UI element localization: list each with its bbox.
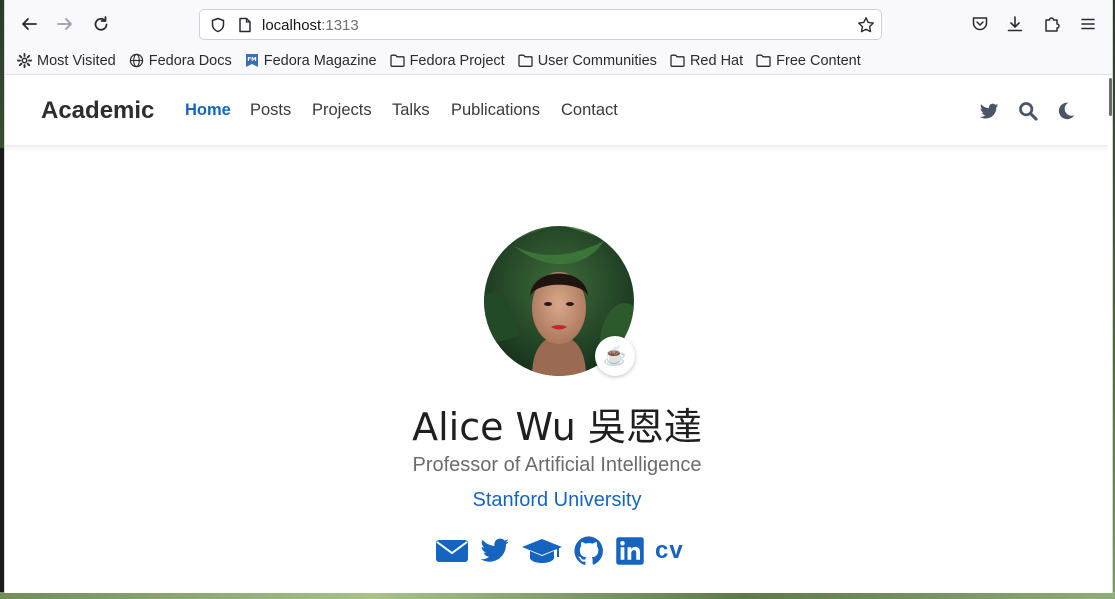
arrow-right-icon <box>57 18 72 30</box>
bookmark-label: Red Hat <box>689 52 744 69</box>
page-scrollbar[interactable] <box>1108 76 1112 593</box>
pocket-button[interactable] <box>966 10 994 38</box>
url-text[interactable]: localhost:1313 <box>262 17 359 34</box>
folder-icon <box>670 54 685 67</box>
reload-button[interactable] <box>87 10 115 38</box>
pocket-icon <box>972 17 988 31</box>
hamburger-icon <box>1081 18 1095 30</box>
nav-publications[interactable]: Publications <box>451 101 540 120</box>
url-bar[interactable]: localhost:1313 <box>199 9 882 40</box>
extensions-button[interactable] <box>1038 10 1066 38</box>
page-icon <box>239 17 251 33</box>
bookmark-label: User Communities <box>537 52 657 69</box>
github-icon[interactable] <box>573 535 605 567</box>
bookmark-user-communities[interactable]: User Communities <box>518 53 657 69</box>
gear-icon <box>17 53 32 68</box>
desktop-background-bottom <box>0 592 1115 599</box>
bookmark-free-content[interactable]: Free Content <box>756 53 861 69</box>
site-brand[interactable]: Academic <box>41 97 154 125</box>
url-port: :1313 <box>321 17 359 34</box>
bookmark-label: Free Content <box>776 52 861 69</box>
twitter-icon[interactable] <box>479 537 511 565</box>
bookmark-fedora-docs[interactable]: Fedora Docs <box>129 53 232 69</box>
bookmark-label: Most Visited <box>37 52 116 69</box>
email-icon[interactable] <box>435 538 469 564</box>
nav-posts[interactable]: Posts <box>250 101 291 120</box>
back-button[interactable] <box>15 10 43 38</box>
profile-organization[interactable]: Stanford University <box>5 489 1109 512</box>
globe-icon <box>129 53 143 68</box>
bookmark-label: Fedora Docs <box>148 52 232 69</box>
bookmark-fedora-project[interactable]: Fedora Project <box>389 52 505 69</box>
url-host: localhost <box>262 17 322 34</box>
bookmark-red-hat[interactable]: Red Hat <box>670 53 743 69</box>
folder-icon <box>389 54 405 67</box>
coffee-emoji: ☕ <box>603 346 627 367</box>
folder-icon <box>518 54 533 67</box>
dark-mode-moon-icon[interactable] <box>1055 100 1077 122</box>
forward-button[interactable] <box>51 10 79 38</box>
scrollbar-thumb[interactable] <box>1109 78 1112 116</box>
cv-label: cv <box>655 537 684 564</box>
nav-projects[interactable]: Projects <box>312 101 372 120</box>
graduation-cap-icon[interactable] <box>521 537 563 565</box>
bookmark-fedora-magazine[interactable]: FM Fedora Magazine <box>245 53 377 69</box>
arrow-left-icon <box>22 18 37 30</box>
twitter-nav-icon[interactable] <box>978 100 1000 122</box>
menu-button[interactable] <box>1074 10 1102 38</box>
bookmark-most-visited[interactable]: Most Visited <box>17 53 116 69</box>
shield-icon <box>211 17 225 33</box>
browser-toolbar: localhost:1313 <box>5 0 1112 47</box>
bookmark-star-icon[interactable] <box>857 16 875 34</box>
fedora-magazine-icon: FM <box>245 54 258 67</box>
linkedin-icon[interactable] <box>615 536 645 566</box>
folder-icon <box>756 54 771 67</box>
status-emoji-badge: ☕ <box>595 336 635 376</box>
bookmark-label: Fedora Project <box>409 52 505 69</box>
search-icon[interactable] <box>1017 100 1039 122</box>
social-links: cv <box>435 534 684 568</box>
nav-talks[interactable]: Talks <box>392 101 430 120</box>
puzzle-icon <box>1045 17 1060 32</box>
download-icon <box>1007 16 1023 32</box>
downloads-button[interactable] <box>1001 10 1029 38</box>
reload-icon <box>94 16 108 31</box>
bookmarks-bar: Most Visited Fedora Docs FM Fedora Magaz… <box>5 47 1112 75</box>
svg-text:FM: FM <box>247 57 256 63</box>
browser-window: localhost:1313 Most Visited Fedora Docs … <box>4 0 1113 593</box>
site-navbar: Academic Home Posts Projects Talks Publi… <box>5 76 1109 146</box>
profile-name: Alice Wu 吳恩達 <box>412 405 702 449</box>
cv-icon[interactable]: cv <box>655 537 684 565</box>
nav-contact[interactable]: Contact <box>561 101 618 120</box>
nav-home[interactable]: Home <box>185 101 231 120</box>
profile-role: Professor of Artificial Intelligence <box>412 454 702 476</box>
bookmark-label: Fedora Magazine <box>263 52 377 69</box>
